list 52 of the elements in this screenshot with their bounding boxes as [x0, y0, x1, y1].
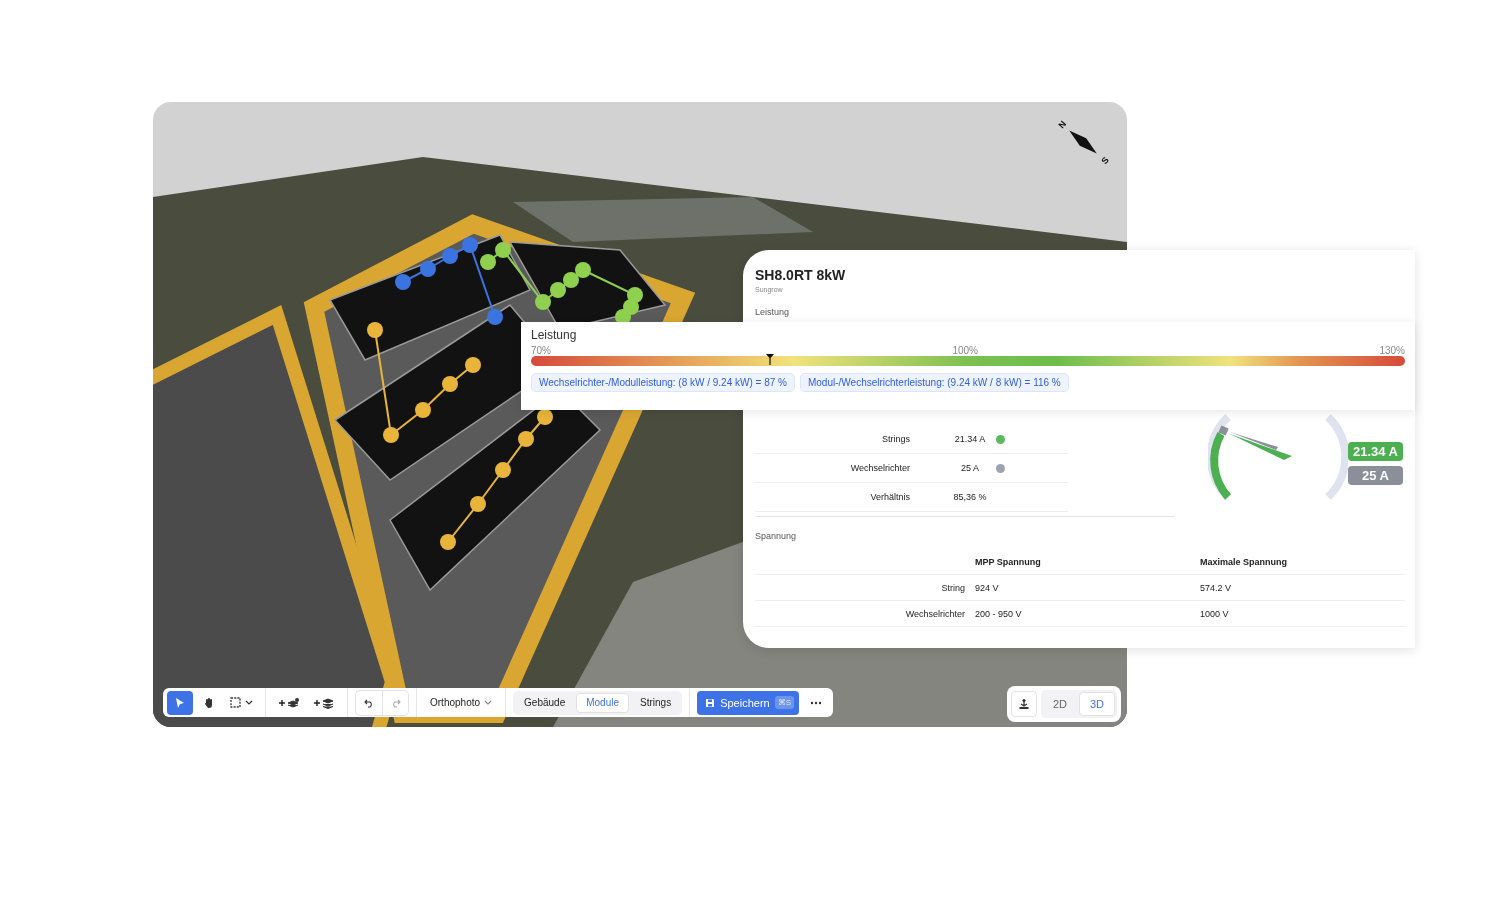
- current-value: 25 A: [960, 463, 980, 473]
- view-mode-tab[interactable]: 3D: [1078, 692, 1115, 716]
- compass-needle-icon: [1069, 130, 1097, 154]
- add-layers-icon: [313, 696, 335, 709]
- row-label: Wechselrichter: [849, 463, 910, 473]
- cursor-icon: [174, 696, 186, 709]
- layer-dropdown[interactable]: Orthophoto: [424, 690, 499, 715]
- row-label: String: [940, 582, 965, 593]
- view-tab[interactable]: Strings: [631, 692, 681, 713]
- string-wiring[interactable]: [480, 242, 643, 325]
- ground-view-button[interactable]: [1010, 691, 1037, 717]
- hand-icon: [203, 696, 215, 709]
- compass-south-label: S: [1099, 155, 1111, 167]
- table-cell-text: 574.2 V: [1200, 582, 1233, 593]
- string-wiring[interactable]: [440, 409, 553, 550]
- current-badge: 25 A: [1347, 465, 1403, 485]
- shortcut-hint: ⌘S: [774, 696, 795, 709]
- table-cell-text: 1000 V: [1200, 608, 1230, 619]
- selection-box-icon: [230, 697, 241, 708]
- table-cell-text: 924 V: [975, 582, 1000, 593]
- caret-icon: [245, 699, 253, 706]
- view-tab[interactable]: Module: [576, 692, 629, 713]
- inverter-name: SH8.0RT 8kW: [755, 267, 847, 283]
- scale-label: 70%: [531, 345, 551, 356]
- row-label: Verhältnis: [869, 492, 910, 502]
- popup-title: Leistung: [531, 328, 578, 342]
- undo-icon: [364, 697, 374, 708]
- formula-chip: Wechselrichter-/Modulleistung: (8 kW / 9.24 kW) = 87 %: [531, 373, 795, 392]
- row-label: Strings: [881, 434, 910, 444]
- string-wiring[interactable]: [367, 322, 481, 443]
- add-building-icon: [278, 696, 300, 709]
- save-button[interactable]: Speichern ⌘S: [697, 690, 800, 715]
- select-tool-button[interactable]: [167, 690, 193, 715]
- view-tab[interactable]: Gebäude: [515, 692, 575, 713]
- column-header: MPP Spannung: [975, 556, 1042, 567]
- current-value: 21.34 A: [953, 434, 987, 444]
- current-value: 85,36 %: [952, 492, 988, 502]
- view-mode-tab[interactable]: 2D: [1042, 692, 1077, 716]
- section-heading: Leistung: [755, 307, 791, 317]
- redo-icon: [390, 697, 401, 708]
- scale-label: 130%: [1379, 345, 1405, 356]
- current-badge: 21.34 A: [1347, 441, 1403, 461]
- formula-chip: Modul-/Wechselrichterleistung: (9.24 kW / 8 kW) = 116 %: [799, 373, 1069, 392]
- more-icon: [810, 700, 823, 705]
- compass-north-label: N: [1056, 118, 1069, 131]
- caret-icon: [484, 699, 493, 706]
- section-heading: Spannung: [755, 531, 798, 541]
- table-cell-text: 200 - 950 V: [975, 608, 1023, 619]
- row-label: Wechselrichter: [904, 608, 965, 619]
- string-wiring[interactable]: [395, 237, 503, 325]
- scale-label: 100%: [952, 345, 978, 356]
- column-header: Maximale Spannung: [1200, 556, 1289, 567]
